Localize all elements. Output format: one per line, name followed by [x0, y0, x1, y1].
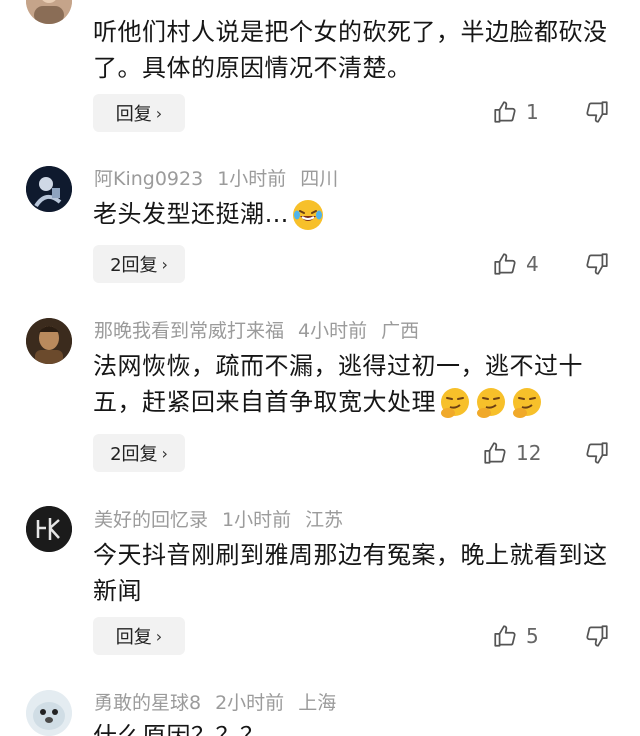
like-button[interactable]: 12: [482, 440, 541, 466]
like-count: 4: [526, 252, 539, 276]
like-count: 12: [516, 441, 542, 465]
avatar[interactable]: [26, 166, 72, 212]
like-button[interactable]: 4: [492, 251, 539, 277]
comment-text: 今天抖音刚刷到雅周那边有冤案，晚上就看到这新闻: [93, 541, 608, 605]
reply-button-label: 2回复: [110, 444, 158, 465]
dislike-button[interactable]: [584, 99, 610, 129]
thumbs-up-icon: [494, 253, 516, 275]
thumbs-up-icon: [484, 442, 506, 464]
reply-button[interactable]: 2回复 ›: [93, 434, 185, 472]
avatar[interactable]: [26, 318, 72, 364]
thumbs-up-icon: [494, 101, 516, 123]
reply-button-label: 回复: [115, 104, 152, 125]
smirking-hand-emoji: [477, 388, 505, 418]
timestamp: 1小时前: [217, 168, 287, 190]
timestamp: 2小时前: [215, 692, 285, 714]
avatar[interactable]: [26, 0, 72, 24]
username[interactable]: 美好的回忆录: [94, 509, 208, 531]
reply-button[interactable]: 回复 ›: [93, 94, 185, 132]
reply-button[interactable]: 回复 ›: [93, 617, 185, 655]
avatar[interactable]: [26, 690, 72, 736]
thumbs-down-icon: [586, 625, 608, 647]
dislike-button[interactable]: [584, 440, 610, 470]
reply-button[interactable]: 2回复 ›: [93, 245, 185, 283]
username[interactable]: 那晚我看到常威打来福: [94, 320, 284, 342]
comment-text-content: 老头发型还挺潮…: [93, 200, 289, 228]
thumbs-down-icon: [586, 442, 608, 464]
comment-text: 法网恢恢，疏而不漏，逃得过初一，逃不过十五，赶紧回来自首争取宽大处理: [93, 348, 623, 420]
dislike-button[interactable]: [584, 623, 610, 653]
comment-text: 老头发型还挺潮…: [93, 196, 613, 232]
chevron-right-icon: ›: [155, 626, 163, 646]
comment-feed: 听他们村人说是把个女的砍死了，半边脸都砍没了。具体的原因情况不清楚。 回复 › …: [0, 0, 640, 736]
smirking-hand-emoji: [513, 388, 541, 418]
like-count: 5: [526, 624, 539, 648]
timestamp: 4小时前: [298, 320, 368, 342]
timestamp: 1小时前: [222, 509, 292, 531]
avatar[interactable]: [26, 506, 72, 552]
comment-meta: 勇敢的星球8 2小时前 上海: [94, 692, 350, 714]
comment-text: 什么原因？？？: [93, 722, 265, 736]
comment-meta: 美好的回忆录 1小时前 江苏: [94, 509, 357, 531]
chevron-right-icon: ›: [161, 254, 168, 274]
username[interactable]: 阿King0923: [94, 168, 203, 190]
laughing-tears-emoji: [293, 200, 323, 230]
comment-text: 听他们村人说是把个女的砍死了，半边脸都砍没了。具体的原因情况不清楚。: [93, 18, 608, 82]
thumbs-down-icon: [586, 101, 608, 123]
like-button[interactable]: 5: [492, 623, 539, 649]
location: 上海: [298, 692, 337, 714]
username[interactable]: 勇敢的星球8: [94, 692, 201, 714]
chevron-right-icon: ›: [161, 443, 168, 463]
comment-meta: 阿King0923 1小时前 四川: [94, 168, 352, 190]
dislike-button[interactable]: [584, 251, 610, 281]
location: 广西: [381, 320, 420, 342]
chevron-right-icon: ›: [155, 103, 163, 123]
comment-meta: 那晚我看到常威打来福 4小时前 广西: [94, 320, 433, 342]
thumbs-down-icon: [586, 253, 608, 275]
like-count: 1: [526, 100, 539, 124]
location: 江苏: [305, 509, 344, 531]
reply-button-label: 回复: [115, 627, 152, 648]
thumbs-up-icon: [494, 625, 516, 647]
smirking-hand-emoji: [441, 388, 469, 418]
location: 四川: [300, 168, 339, 190]
reply-button-label: 2回复: [110, 255, 158, 276]
like-button[interactable]: 1: [492, 99, 539, 125]
